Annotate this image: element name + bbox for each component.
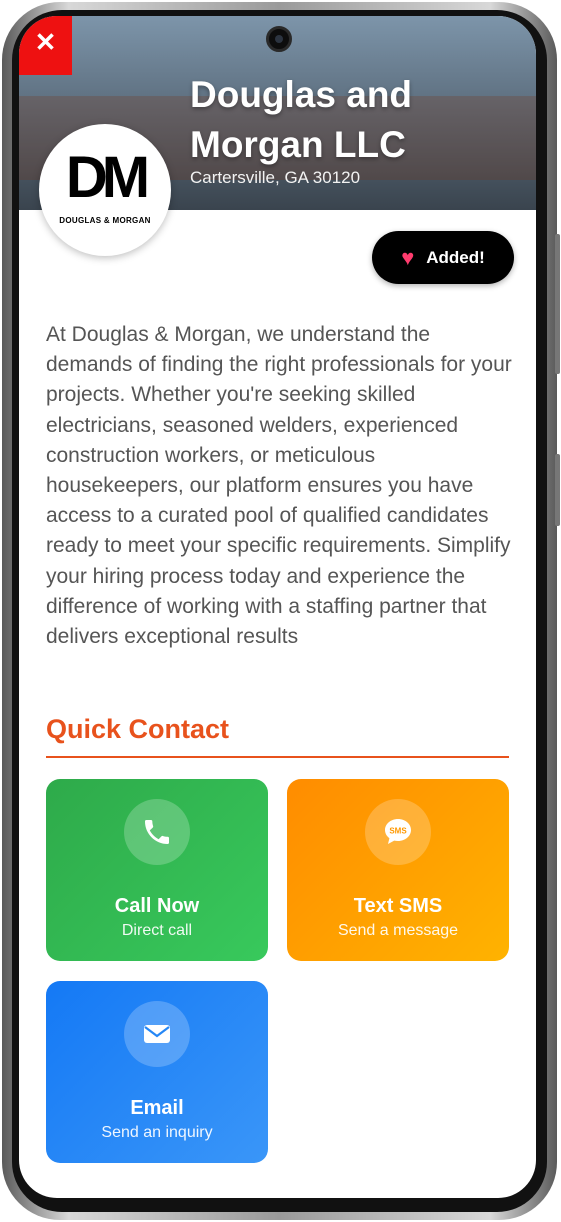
volume-button [555, 454, 560, 526]
logo-text: DOUGLAS & MORGAN [59, 216, 151, 225]
email-title: Email [130, 1097, 184, 1119]
screen: ✕ Douglas and Morgan LLC Cartersville, G… [19, 16, 536, 1198]
text-sms-button[interactable]: SMS Text SMS Send a message [287, 779, 509, 961]
logo-mark: DM [65, 145, 150, 210]
close-button[interactable]: ✕ [19, 16, 72, 75]
text-sms-subtitle: Send a message [337, 922, 459, 939]
call-now-title: Call Now [114, 895, 200, 917]
email-button[interactable]: Email Send an inquiry [46, 981, 268, 1163]
call-now-subtitle: Direct call [121, 922, 193, 939]
front-camera [266, 26, 292, 52]
company-description: At Douglas & Morgan, we understand the d… [46, 323, 512, 649]
call-now-button[interactable]: Call Now Direct call [46, 779, 268, 961]
favorite-button[interactable]: ♥ Added! [372, 231, 514, 284]
email-subtitle: Send an inquiry [101, 1124, 213, 1141]
sms-icon: SMS [365, 799, 431, 865]
company-logo: DM DOUGLAS & MORGAN [39, 124, 171, 256]
quick-contact-title: Quick Contact [46, 714, 230, 744]
mail-icon [124, 1001, 190, 1067]
phone-icon [124, 799, 190, 865]
company-name: Douglas and Morgan LLC [190, 74, 413, 165]
power-button [555, 234, 560, 374]
favorite-label: Added! [426, 247, 485, 267]
company-location: Cartersville, GA 30120 [190, 168, 361, 187]
heart-icon: ♥ [401, 244, 415, 270]
text-sms-title: Text SMS [353, 895, 443, 917]
section-divider [46, 756, 509, 758]
svg-text:SMS: SMS [389, 827, 407, 836]
